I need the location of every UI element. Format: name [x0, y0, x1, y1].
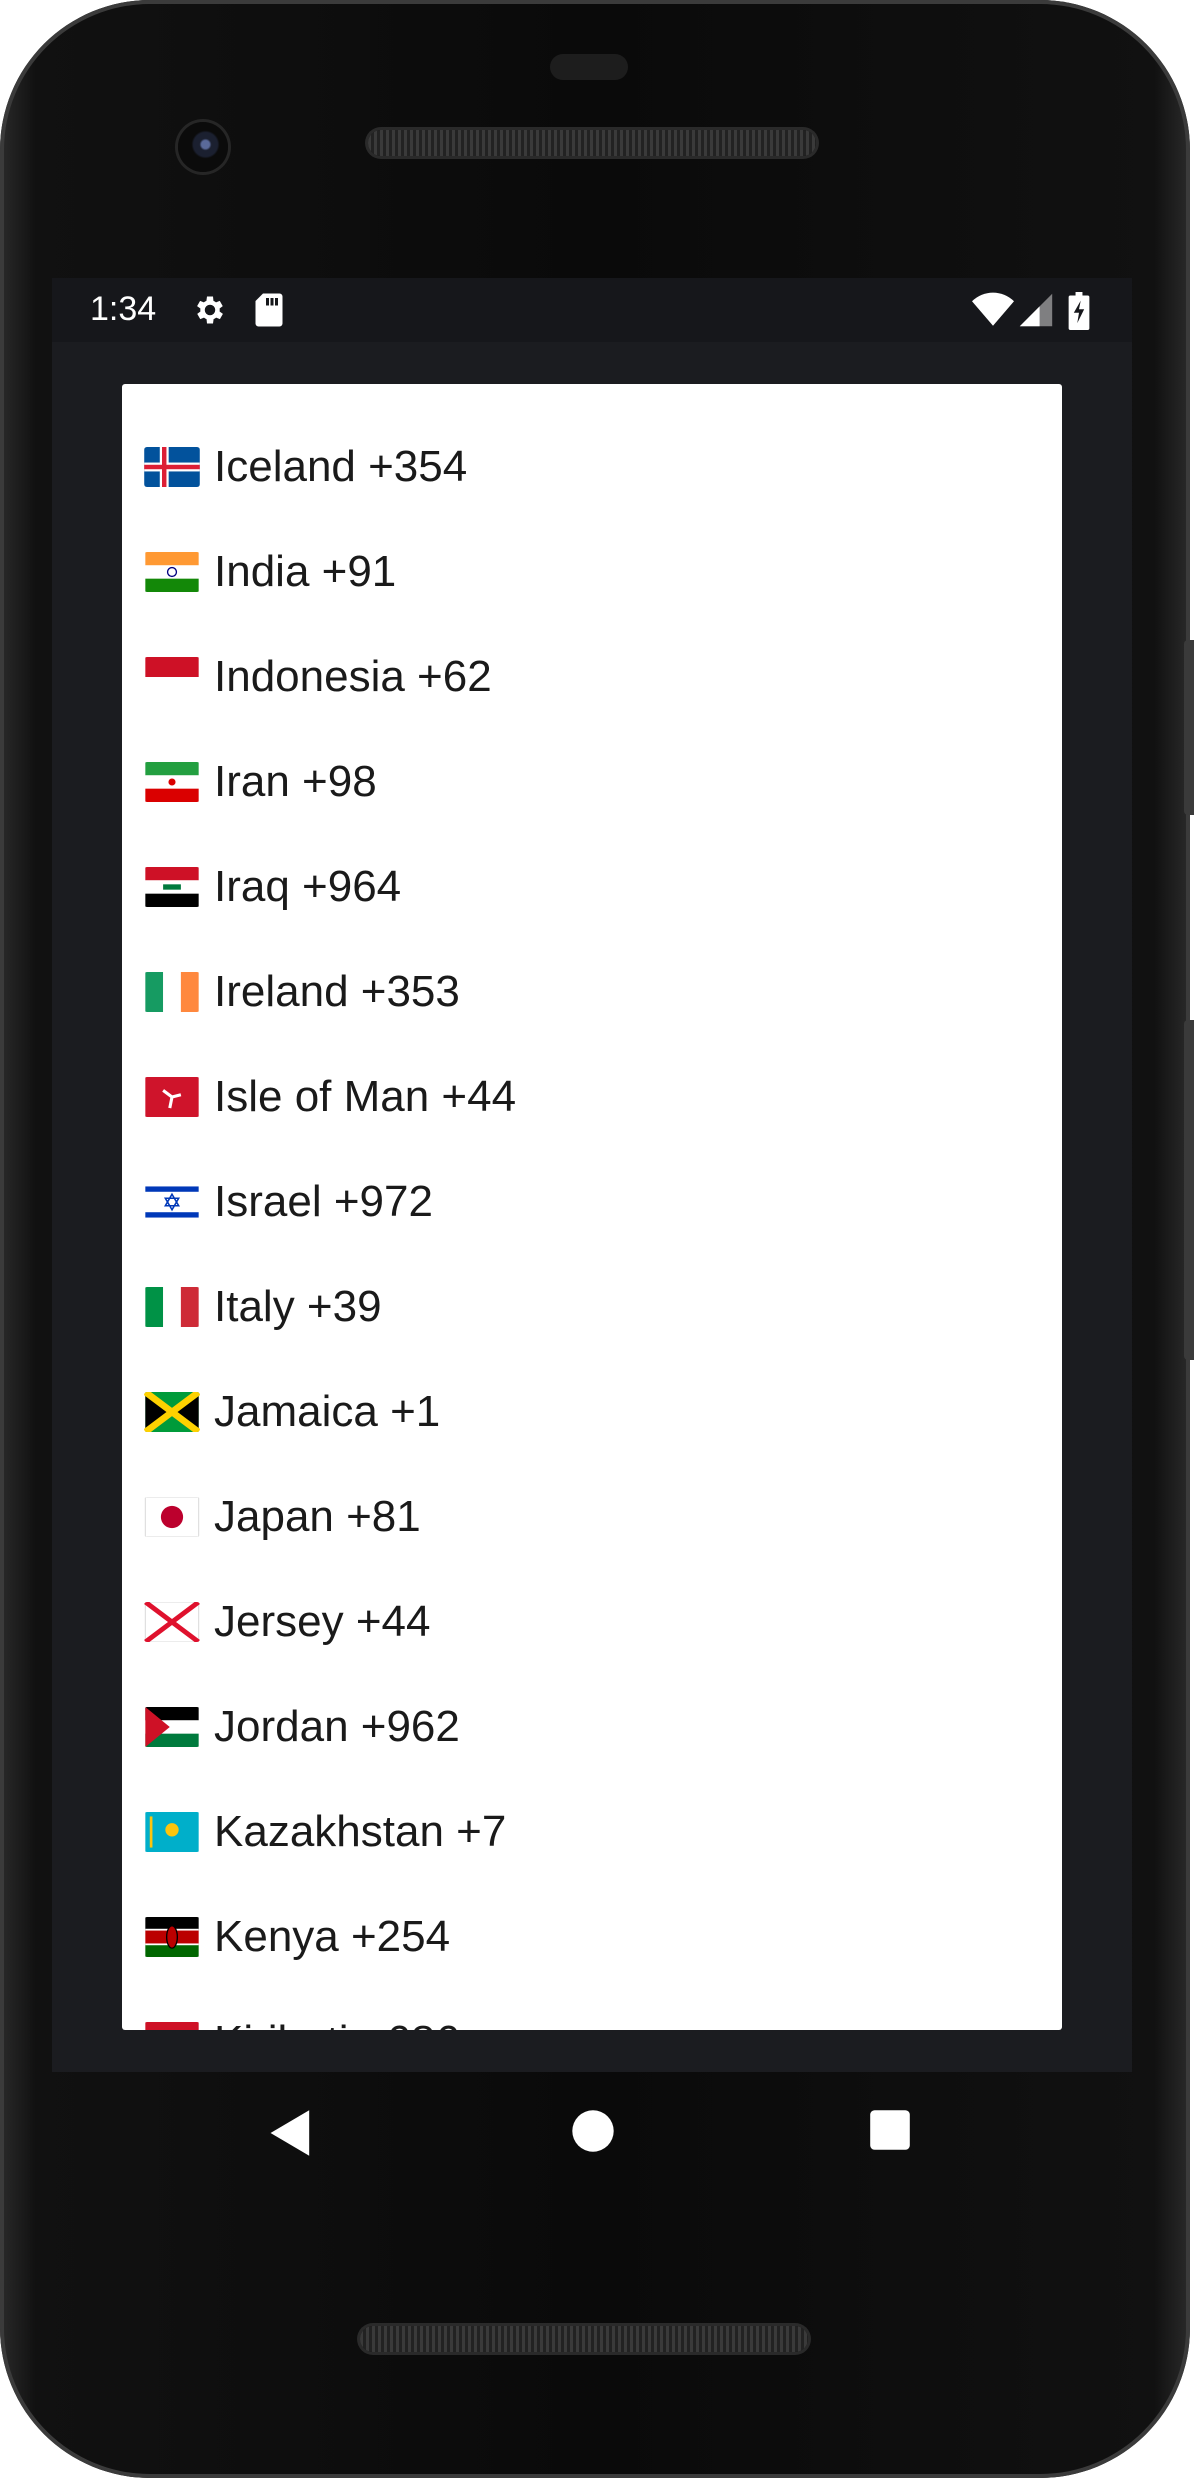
- list-item[interactable]: Isle of Man +44: [122, 1044, 1062, 1149]
- iceland-flag-icon: [144, 446, 200, 487]
- list-item[interactable]: Ireland +353: [122, 939, 1062, 1044]
- status-time: 1:34: [90, 290, 157, 328]
- country-label: Ireland +353: [214, 966, 460, 1016]
- screen: 1:34 Iceland +354 India +91 Indonesia +62 I…: [52, 278, 1132, 2072]
- country-label: Kiribati +686: [214, 2017, 460, 2031]
- list-item[interactable]: Jersey +44: [122, 1569, 1062, 1674]
- list-item[interactable]: Indonesia +62: [122, 624, 1062, 729]
- country-label: Kazakhstan +7: [214, 1806, 507, 1856]
- list-item[interactable]: Kazakhstan +7: [122, 1779, 1062, 1884]
- country-label: Isle of Man +44: [214, 1071, 517, 1121]
- recents-icon[interactable]: [868, 2108, 912, 2157]
- top-speaker-grille: [368, 130, 816, 156]
- front-camera: [178, 122, 228, 172]
- country-list[interactable]: Iceland +354 India +91 Indonesia +62 Iran +…: [122, 414, 1062, 2030]
- country-label: Iceland +354: [214, 441, 468, 491]
- phone-frame: 1:34 Iceland +354 India +91 Indonesia +62 I…: [0, 0, 1194, 2478]
- proximity-sensor: [550, 54, 628, 80]
- isle-of-man-flag-icon: [144, 1076, 200, 1117]
- power-button: [1184, 640, 1194, 815]
- kenya-flag-icon: [144, 1916, 200, 1957]
- list-item[interactable]: Iran +98: [122, 729, 1062, 834]
- country-label: Kenya +254: [214, 1911, 451, 1961]
- list-item[interactable]: Japan +81: [122, 1464, 1062, 1569]
- volume-button: [1184, 1020, 1194, 1360]
- iraq-flag-icon: [144, 866, 200, 907]
- italy-flag-icon: [144, 1286, 200, 1327]
- country-label: Israel +972: [214, 1176, 433, 1226]
- country-label: Iraq +964: [214, 861, 402, 911]
- indonesia-flag-icon: [144, 656, 200, 697]
- country-label: Jersey +44: [214, 1596, 431, 1646]
- battery-charging-icon: [1068, 292, 1090, 335]
- country-label: Jordan +962: [214, 1701, 460, 1751]
- list-item[interactable]: India +91: [122, 519, 1062, 624]
- list-item[interactable]: Kiribati +686: [122, 1989, 1062, 2030]
- country-label: India +91: [214, 546, 397, 596]
- signal-icon: [1018, 292, 1054, 333]
- home-icon[interactable]: [570, 2108, 616, 2159]
- country-label: Italy +39: [214, 1281, 382, 1331]
- country-picker-dialog: Iceland +354 India +91 Indonesia +62 Iran +…: [122, 384, 1062, 2030]
- wifi-icon: [972, 292, 1014, 333]
- jersey-flag-icon: [144, 1601, 200, 1642]
- list-item[interactable]: Iceland +354: [122, 414, 1062, 519]
- jordan-flag-icon: [144, 1706, 200, 1747]
- kiribati-flag-icon: [144, 2021, 200, 2030]
- country-label: Jamaica +1: [214, 1386, 441, 1436]
- iran-flag-icon: [144, 761, 200, 802]
- kazakhstan-flag-icon: [144, 1811, 200, 1852]
- country-label: Japan +81: [214, 1491, 421, 1541]
- ireland-flag-icon: [144, 971, 200, 1012]
- list-item[interactable]: Kenya +254: [122, 1884, 1062, 1989]
- country-label: Indonesia +62: [214, 651, 492, 701]
- bottom-speaker-grille: [360, 2326, 808, 2352]
- list-item[interactable]: Iraq +964: [122, 834, 1062, 939]
- israel-flag-icon: [144, 1181, 200, 1222]
- gear-icon: [192, 292, 228, 333]
- list-item[interactable]: Israel +972: [122, 1149, 1062, 1254]
- back-icon[interactable]: [268, 2108, 314, 2163]
- list-item[interactable]: Italy +39: [122, 1254, 1062, 1359]
- list-item[interactable]: Jordan +962: [122, 1674, 1062, 1779]
- india-flag-icon: [144, 551, 200, 592]
- status-bar: 1:34: [52, 278, 1132, 342]
- jamaica-flag-icon: [144, 1391, 200, 1432]
- japan-flag-icon: [144, 1496, 200, 1537]
- country-label: Iran +98: [214, 756, 377, 806]
- list-item[interactable]: Jamaica +1: [122, 1359, 1062, 1464]
- sd-card-icon: [252, 292, 286, 333]
